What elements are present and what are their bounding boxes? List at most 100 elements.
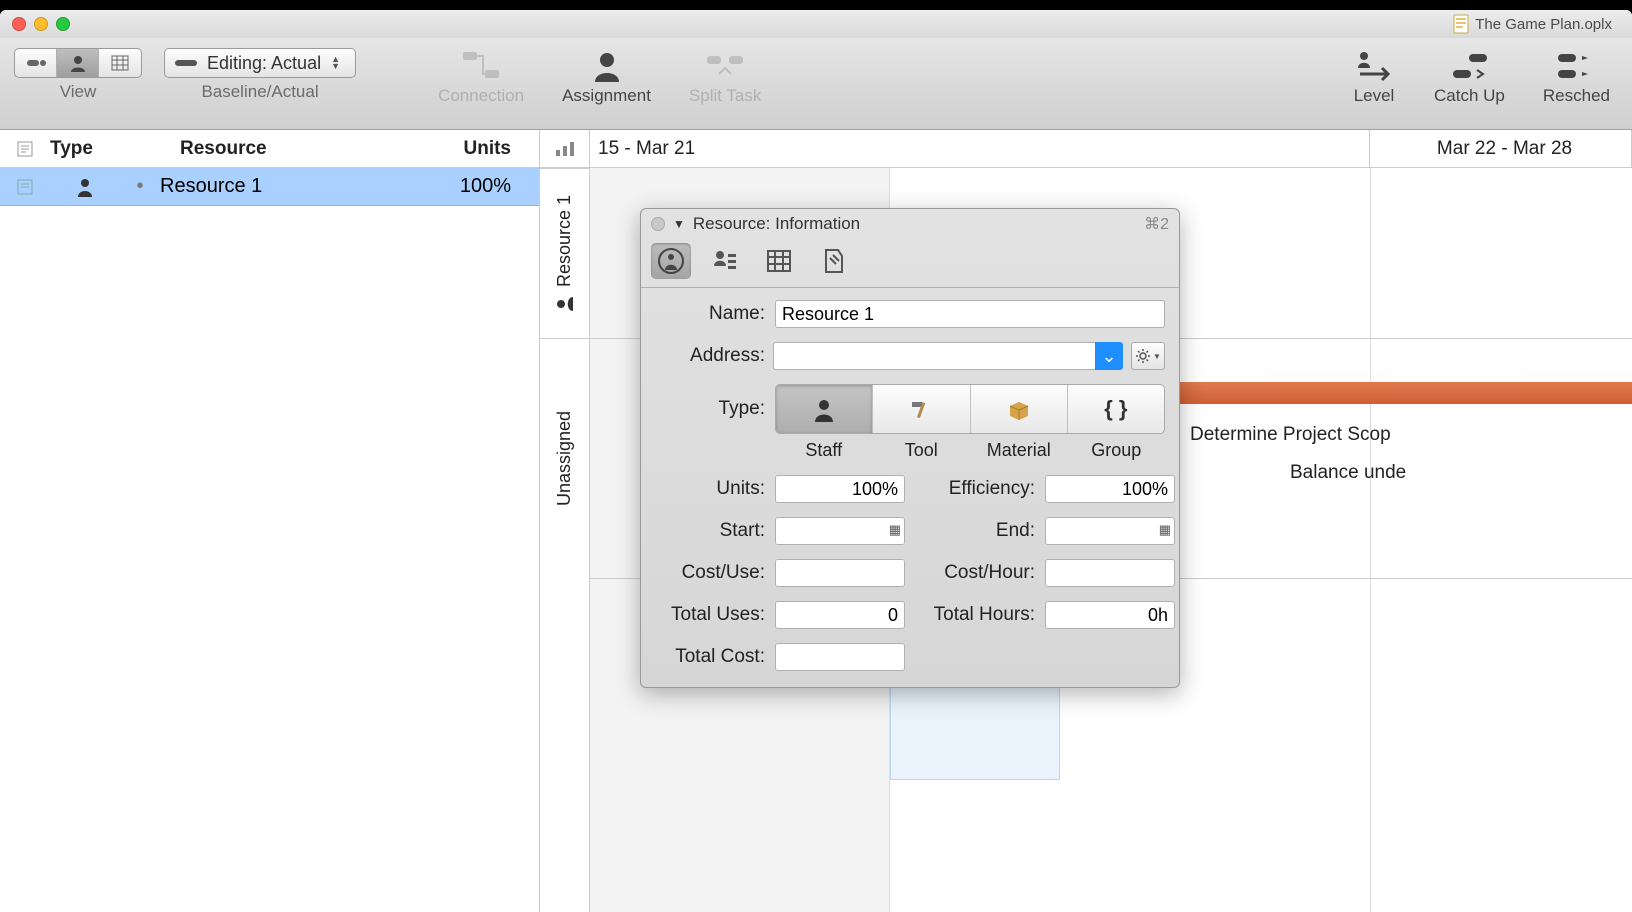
connection-button[interactable]: Connection [430,48,532,106]
level-label: Level [1354,86,1395,106]
catch-up-label: Catch Up [1434,86,1505,106]
view-calendar-icon[interactable] [99,49,141,77]
swimlane-unassigned[interactable]: Unassigned [540,338,589,578]
task-label: Balance unde [1290,462,1406,484]
split-task-icon [703,48,747,84]
type-segmented: { } [775,384,1165,434]
type-group-label: Group [1068,440,1166,461]
tab-custom-data-icon[interactable] [813,243,853,279]
type-staff-label: Staff [775,440,873,461]
week-divider [1370,168,1371,912]
bullet-icon: • [120,175,160,198]
level-button[interactable]: Level [1344,48,1404,106]
baseline-label: Baseline/Actual [201,82,318,102]
name-label: Name: [655,303,765,325]
assignment-label: Assignment [562,86,651,106]
timeline-bars-icon[interactable] [540,130,590,167]
gear-icon [1135,348,1151,364]
window-controls [12,17,70,31]
units-input[interactable] [775,475,905,503]
cost-hour-input[interactable] [1045,559,1175,587]
person-icon [50,177,120,197]
total-uses-input[interactable] [775,601,905,629]
address-row: Address: ⌄ ▼ [655,342,1165,370]
end-label: End: [915,520,1035,542]
total-uses-label: Total Uses: [655,604,765,626]
connection-icon [459,48,503,84]
column-headers: Type Resource Units [0,130,539,168]
tab-assignments-icon[interactable] [705,243,745,279]
document-title-text: The Game Plan.oplx [1475,16,1612,33]
chevron-down-icon: ⌄ [1101,346,1116,367]
cost-hour-label: Cost/Hour: [915,562,1035,584]
view-label: View [60,82,97,102]
column-header-resource[interactable]: Resource [180,138,400,160]
row-notes-icon[interactable] [0,178,50,196]
resource-row[interactable]: • Resource 1 100% [0,168,539,206]
week-header-2[interactable]: Mar 22 - Mar 28 [1370,130,1632,167]
reschedule-button[interactable]: Resched [1535,48,1618,106]
column-header-notes-icon[interactable] [0,140,50,158]
inspector-titlebar[interactable]: ▼ Resource: Information ⌘2 [641,209,1179,239]
assignment-icon [585,48,629,84]
view-task-icon[interactable] [15,49,57,77]
end-input[interactable] [1045,517,1175,545]
toolbar: View Editing: Actual ▲▼ Baseline/Actual … [0,38,1632,130]
inspector-title: Resource: Information [693,214,860,234]
level-icon [1352,48,1396,84]
cost-use-label: Cost/Use: [655,562,765,584]
type-group-button[interactable]: { } [1068,385,1164,433]
type-material-button[interactable] [971,385,1068,433]
staff-icon [811,396,837,422]
baseline-group: Editing: Actual ▲▼ Baseline/Actual [164,48,356,102]
inspector-popover: ▼ Resource: Information ⌘2 Name: Address… [640,208,1180,688]
calendar-icon[interactable]: ▦ [889,522,901,538]
week-header-1[interactable]: 15 - Mar 21 [590,130,1370,167]
total-cost-row: Total Cost: [655,643,1165,671]
address-label: Address: [655,345,765,367]
hammer-icon [908,396,934,422]
column-header-type[interactable]: Type [50,138,180,160]
view-resource-icon[interactable] [57,49,99,77]
minimize-window[interactable] [34,17,48,31]
name-input[interactable] [775,300,1165,328]
close-icon[interactable] [651,217,665,231]
swimlane-resource-1[interactable]: Resource 1 [540,168,589,338]
connection-label: Connection [438,86,524,106]
tab-schedule-icon[interactable] [759,243,799,279]
address-gear-button[interactable]: ▼ [1131,342,1165,370]
view-segmented[interactable] [14,48,142,78]
swimlane-label-text: Unassigned [554,411,575,506]
close-window[interactable] [12,17,26,31]
efficiency-input[interactable] [1045,475,1175,503]
document-icon [1453,14,1469,34]
editing-mode-select[interactable]: Editing: Actual ▲▼ [164,48,356,78]
catch-up-button[interactable]: Catch Up [1426,48,1513,106]
calendar-icon[interactable]: ▦ [1159,522,1171,538]
start-label: Start: [655,520,765,542]
column-header-units[interactable]: Units [400,138,539,160]
reschedule-label: Resched [1543,86,1610,106]
type-tool-button[interactable] [873,385,970,433]
type-tool-label: Tool [873,440,971,461]
address-dropdown-button[interactable]: ⌄ [1095,342,1123,370]
address-input[interactable] [773,342,1095,370]
disclosure-triangle-icon[interactable]: ▼ [673,217,685,231]
type-staff-button[interactable] [776,385,873,433]
assignment-button[interactable]: Assignment [554,48,659,106]
tab-info-icon[interactable] [651,243,691,279]
zoom-window[interactable] [56,17,70,31]
total-hours-input[interactable] [1045,601,1175,629]
cost-use-input[interactable] [775,559,905,587]
person-icon [556,295,574,313]
type-labels-row: Staff Tool Material Group [775,440,1165,461]
resource-units-cell[interactable]: 100% [400,175,539,198]
total-cost-input[interactable] [775,643,905,671]
type-label: Type: [655,398,765,420]
resource-name-cell[interactable]: Resource 1 [160,175,400,198]
inspector-body: Name: Address: ⌄ ▼ Type: [641,288,1179,671]
split-task-button[interactable]: Split Task [681,48,769,106]
document-title: The Game Plan.oplx [1453,14,1612,34]
start-input[interactable] [775,517,905,545]
chevron-down-icon: ▼ [1153,352,1161,361]
